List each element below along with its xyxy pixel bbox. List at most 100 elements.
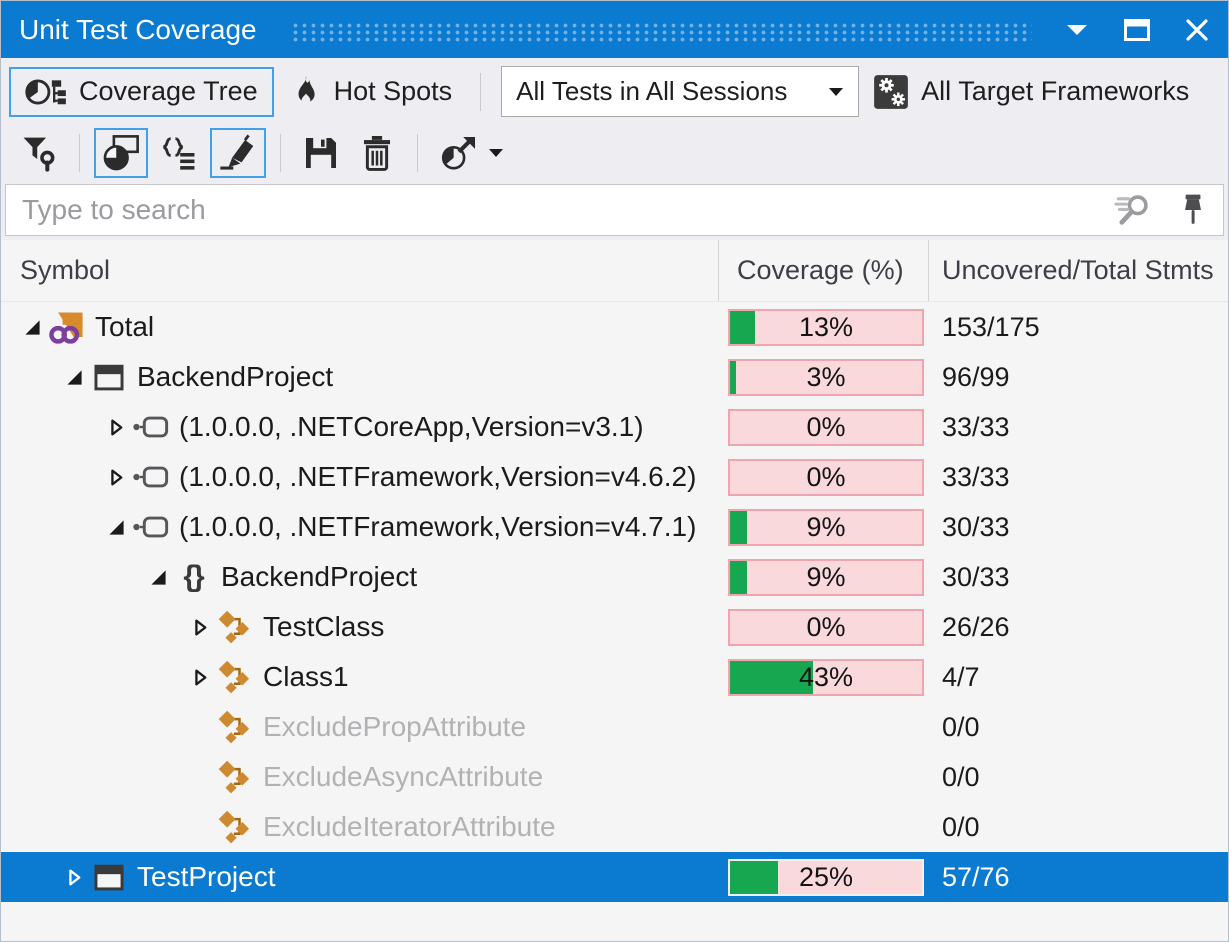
uncovered-total-value: 153/175: [928, 312, 1228, 343]
toolbar-separator: [480, 73, 481, 111]
coverage-cell: 43%: [718, 652, 928, 702]
class-icon: [215, 809, 255, 845]
expander-icon[interactable]: [17, 319, 47, 336]
save-icon: [303, 135, 339, 171]
table-row[interactable]: ExcludePropAttribute 0/0: [1, 702, 1228, 752]
export-button[interactable]: [432, 128, 512, 178]
column-header-coverage[interactable]: Coverage (%): [718, 240, 928, 301]
hot-spots-button[interactable]: Hot Spots: [274, 67, 469, 117]
uncovered-total-value: 0/0: [928, 762, 1228, 793]
dropdown-caret-icon[interactable]: [488, 148, 504, 158]
namespace-icon: {}: [173, 560, 213, 594]
trash-button[interactable]: [351, 128, 403, 178]
uncovered-total-value: 33/33: [928, 462, 1228, 493]
uncovered-total-value: 0/0: [928, 812, 1228, 843]
table-row[interactable]: (1.0.0.0, .NETFramework,Version=v4.7.1) …: [1, 502, 1228, 552]
table-row[interactable]: ExcludeAsyncAttribute 0/0: [1, 752, 1228, 802]
coverage-bar: 0%: [728, 609, 924, 646]
table-row[interactable]: TestProject 25% 57/76: [1, 852, 1228, 902]
toolbar-separator: [417, 134, 418, 172]
expander-icon[interactable]: [185, 618, 215, 637]
target-frameworks-button[interactable]: All Target Frameworks: [873, 74, 1189, 110]
assembly-icon: [131, 413, 171, 441]
symbol-label: ExcludePropAttribute: [263, 711, 526, 743]
uncovered-total-value: 57/76: [928, 862, 1228, 893]
table-row[interactable]: (1.0.0.0, .NETFramework,Version=v4.6.2) …: [1, 452, 1228, 502]
braces-icon: [160, 134, 198, 172]
coverage-tree-button[interactable]: Coverage Tree: [9, 67, 274, 117]
flame-icon: [290, 73, 322, 111]
expander-icon[interactable]: [101, 519, 131, 536]
table-row[interactable]: ExcludeIteratorAttribute 0/0: [1, 802, 1228, 852]
coverage-cell: 9%: [718, 502, 928, 552]
coverage-tree-label: Coverage Tree: [79, 76, 258, 107]
search-input[interactable]: [22, 194, 1113, 226]
coverage-percent-label: 13%: [730, 311, 922, 344]
coverage-tree-icon: [25, 75, 67, 109]
table-row[interactable]: TestClass 0% 26/26: [1, 602, 1228, 652]
column-header-symbol[interactable]: Symbol: [1, 240, 718, 301]
save-button[interactable]: [295, 128, 347, 178]
symbol-cell: Total: [1, 302, 718, 352]
expander-icon[interactable]: [59, 369, 89, 386]
symbol-cell: {} BackendProject: [1, 552, 718, 602]
symbol-cell: (1.0.0.0, .NETCoreApp,Version=v3.1): [1, 402, 718, 452]
pie-chart-button[interactable]: [94, 128, 148, 178]
coverage-cell: 25%: [718, 852, 928, 902]
uncovered-total-value: 4/7: [928, 662, 1228, 693]
expander-icon[interactable]: [101, 468, 131, 487]
export-icon: [440, 134, 478, 172]
coverage-percent-label: 3%: [730, 361, 922, 394]
search-box[interactable]: [5, 184, 1224, 236]
table-row[interactable]: {} BackendProject 9% 30/33: [1, 552, 1228, 602]
coverage-percent-label: 0%: [730, 411, 922, 444]
table-row[interactable]: Class1 43% 4/7: [1, 652, 1228, 702]
coverage-cell: [718, 752, 928, 802]
sessions-dropdown-value: All Tests in All Sessions: [516, 76, 828, 107]
maximize-icon[interactable]: [1122, 15, 1152, 45]
secondary-toolbar: [1, 125, 1228, 181]
symbol-label: ExcludeAsyncAttribute: [263, 761, 543, 793]
symbol-cell: TestClass: [1, 602, 718, 652]
expander-icon[interactable]: [59, 868, 89, 887]
uncovered-total-value: 26/26: [928, 612, 1228, 643]
target-frameworks-label: All Target Frameworks: [921, 76, 1189, 107]
braces-button[interactable]: [152, 128, 206, 178]
close-icon[interactable]: [1182, 15, 1212, 45]
empty-area: [1, 902, 1228, 941]
expander-icon[interactable]: [101, 418, 131, 437]
frameworks-icon: [873, 74, 909, 110]
titlebar[interactable]: Unit Test Coverage: [1, 1, 1228, 58]
unit-test-coverage-window: Unit Test Coverage Coverage Tree Hot Spo…: [0, 0, 1229, 942]
class-icon: [215, 759, 255, 795]
coverage-percent-label: 9%: [730, 561, 922, 594]
uncovered-total-value: 96/99: [928, 362, 1228, 393]
search-icon[interactable]: [1113, 192, 1153, 228]
caret-down-icon[interactable]: [828, 87, 844, 97]
column-header-uncovered-total[interactable]: Uncovered/Total Stmts: [928, 240, 1228, 301]
symbol-cell: Class1: [1, 652, 718, 702]
expander-icon[interactable]: [143, 569, 173, 586]
symbol-label: TestClass: [263, 611, 384, 643]
symbol-label: (1.0.0.0, .NETFramework,Version=v4.7.1): [179, 511, 696, 543]
table-row[interactable]: BackendProject 3% 96/99: [1, 352, 1228, 402]
expander-icon[interactable]: [185, 668, 215, 687]
coverage-percent-label: 0%: [730, 611, 922, 644]
assembly-icon: [131, 463, 171, 491]
toolbar-separator: [280, 134, 281, 172]
filter-button[interactable]: [13, 128, 65, 178]
coverage-cell: [718, 802, 928, 852]
table-row[interactable]: (1.0.0.0, .NETCoreApp,Version=v3.1) 0% 3…: [1, 402, 1228, 452]
highlighter-button[interactable]: [210, 128, 266, 178]
coverage-percent-label: 0%: [730, 461, 922, 494]
titlebar-drag-grip[interactable]: [291, 22, 1032, 42]
sessions-dropdown[interactable]: All Tests in All Sessions: [501, 66, 859, 117]
assembly-icon: [131, 513, 171, 541]
table-row[interactable]: Total 13% 153/175: [1, 302, 1228, 352]
uncovered-total-value: 0/0: [928, 712, 1228, 743]
pie-chart-icon: [102, 134, 140, 172]
coverage-percent-label: 9%: [730, 511, 922, 544]
coverage-cell: 0%: [718, 602, 928, 652]
chevron-down-icon[interactable]: [1062, 15, 1092, 45]
pin-icon[interactable]: [1179, 193, 1207, 227]
